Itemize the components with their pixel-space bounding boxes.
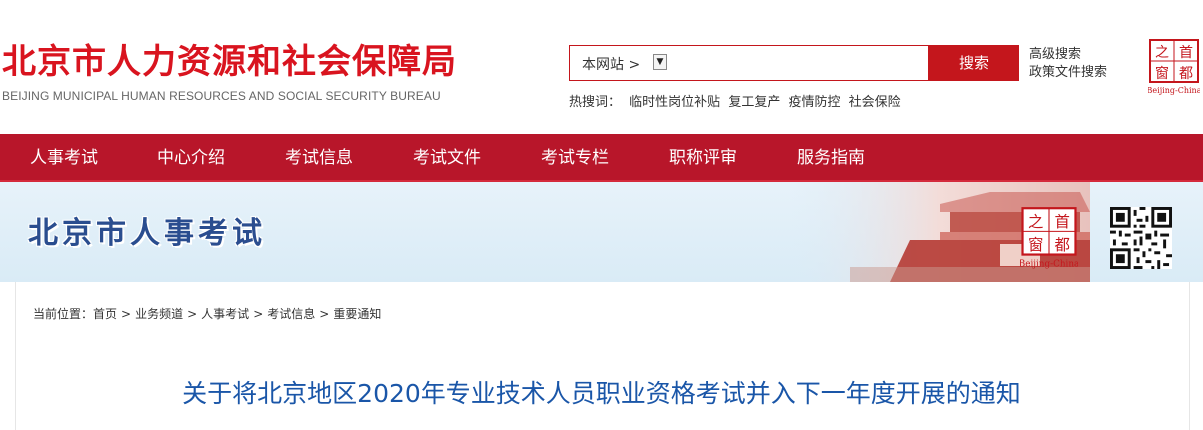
main-nav: 人事考试 中心介绍 考试信息 考试文件 考试专栏 职称评审 服务指南 (0, 134, 1203, 182)
logo-char: 首 (1055, 213, 1070, 231)
advanced-search-link[interactable]: 高级搜索 (1029, 46, 1107, 64)
nav-item-exam-column[interactable]: 考试专栏 (541, 134, 609, 182)
hot-term[interactable]: 临时性岗位补贴 (629, 95, 720, 110)
logo-char: 窗 (1028, 236, 1043, 254)
hot-search: 热搜词： 临时性岗位补贴 复工复产 疫情防控 社会保险 (569, 91, 905, 110)
nav-item-exam-info[interactable]: 考试信息 (285, 134, 353, 182)
capital-window-logo-icon: 之 首 窗 都 Beijing-China (1020, 207, 1078, 270)
breadcrumb-item[interactable]: 人事考试 (201, 307, 249, 321)
nav-item-service-guide[interactable]: 服务指南 (797, 134, 865, 182)
logo-caption: Beijing-China (1020, 260, 1078, 270)
breadcrumb-separator: > (121, 307, 132, 321)
breadcrumb-separator: > (319, 307, 330, 321)
logo-char: 都 (1179, 66, 1193, 82)
hot-term[interactable]: 疫情防控 (788, 95, 840, 110)
chevron-down-icon[interactable]: ▼ (653, 54, 667, 70)
logo-char: 窗 (1155, 65, 1169, 82)
breadcrumb-item[interactable]: 业务频道 (135, 307, 183, 321)
hot-search-label: 热搜词： (569, 95, 622, 110)
logo-caption: Beijing-China (1148, 86, 1200, 95)
nav-item-title-review[interactable]: 职称评审 (669, 134, 737, 182)
breadcrumb-label: 当前位置： (33, 307, 94, 321)
logo-char: 之 (1155, 45, 1169, 61)
breadcrumb-separator: > (187, 307, 198, 321)
logo-char: 之 (1028, 213, 1043, 231)
banner-title: 北京市人事考试 (28, 216, 266, 251)
breadcrumb-item[interactable]: 考试信息 (267, 307, 315, 321)
header: 北京市人力资源和社会保障局 BEIJING MUNICIPAL HUMAN RE… (0, 0, 1203, 134)
site-subtitle: BEIJING MUNICIPAL HUMAN RESOURCES AND SO… (2, 89, 441, 103)
search-button[interactable]: 搜索 (929, 45, 1019, 81)
qr-code-icon[interactable] (1110, 207, 1172, 269)
hot-term[interactable]: 复工复产 (728, 95, 780, 110)
policy-search-link[interactable]: 政策文件搜索 (1029, 64, 1107, 82)
breadcrumb-item[interactable]: 重要通知 (333, 307, 381, 321)
breadcrumb-item[interactable]: 首页 (93, 307, 117, 321)
nav-item-personnel-exam[interactable]: 人事考试 (30, 134, 98, 182)
banner: 北京市人事考试 之 首 窗 都 Beijing-China (0, 182, 1203, 282)
search-links: 高级搜索 政策文件搜索 (1029, 46, 1107, 82)
breadcrumb: 当前位置：首页 > 业务频道 > 人事考试 > 考试信息 > 重要通知 (33, 305, 381, 322)
article-title: 关于将北京地区2020年专业技术人员职业资格考试并入下一年度开展的通知 (182, 379, 1021, 408)
breadcrumb-separator: > (253, 307, 264, 321)
search-box[interactable]: 本网站 > ▼ (569, 45, 929, 81)
capital-window-logo-icon[interactable]: 之 首 窗 都 Beijing-China (1148, 38, 1200, 96)
nav-item-exam-documents[interactable]: 考试文件 (413, 134, 481, 182)
site-title[interactable]: 北京市人力资源和社会保障局 (2, 40, 457, 84)
logo-char: 都 (1055, 236, 1070, 254)
nav-item-center-intro[interactable]: 中心介绍 (157, 134, 225, 182)
logo-char: 首 (1179, 45, 1193, 61)
content-area: 当前位置：首页 > 业务频道 > 人事考试 > 考试信息 > 重要通知 关于将北京地区2020年… (0, 282, 1203, 430)
hot-term[interactable]: 社会保险 (849, 95, 901, 110)
search-scope-label[interactable]: 本网站 > (582, 54, 640, 74)
